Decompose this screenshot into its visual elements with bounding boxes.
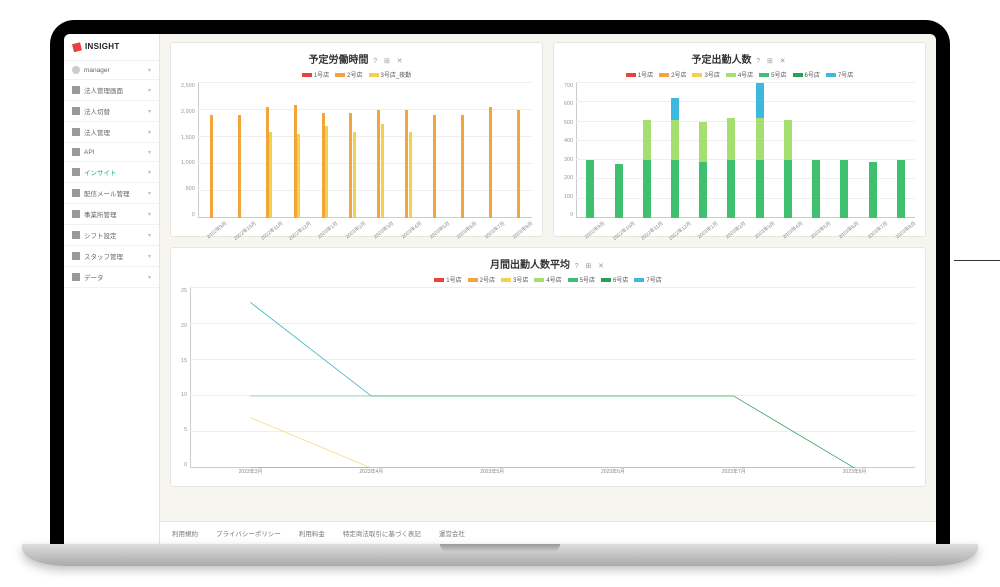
nav-label: API (84, 149, 148, 156)
main-content: 予定労働時間 ? ⊞ ✕ 1号店 2号店 3号店_夜勤 2,5002,0001,50… (160, 34, 936, 544)
chevron-down-icon: ▾ (148, 149, 151, 156)
legend-item[interactable]: 6号店 (793, 70, 820, 79)
legend-item[interactable]: 3号店 (501, 275, 528, 284)
chevron-down-icon: ▾ (148, 67, 151, 74)
nav-icon (72, 231, 80, 239)
sidebar-item[interactable]: API▾ (64, 143, 159, 162)
sidebar-item[interactable]: 配信メール管理▾ (64, 183, 159, 204)
nav-label: スタッフ管理 (84, 251, 148, 261)
chart-title-average: 月間出勤人数平均 ? ⊞ ✕ (181, 256, 915, 271)
nav-label: 法人管理 (84, 127, 148, 137)
legend-average: 1号店 2号店 3号店 4号店 5号店 6号店 7号店 (181, 275, 915, 284)
chevron-down-icon: ▾ (148, 108, 151, 115)
sidebar-item[interactable]: 法人管理▾ (64, 122, 159, 143)
nav-label: シフト設定 (84, 230, 148, 240)
legend-item[interactable]: 3号店_夜勤 (369, 70, 412, 79)
chevron-down-icon: ▾ (148, 211, 151, 218)
nav-label: 法人管理画面 (84, 85, 148, 95)
footer-link[interactable]: 利用規約 (172, 528, 198, 538)
nav-label: データ (84, 272, 148, 282)
footer-link[interactable]: 利用料金 (299, 528, 325, 538)
card-hours: 予定労働時間 ? ⊞ ✕ 1号店 2号店 3号店_夜勤 2,5002,0001,50… (170, 42, 543, 237)
help-icon[interactable]: ? (373, 58, 377, 65)
legend-item[interactable]: 2号店 (659, 70, 686, 79)
user-menu[interactable]: manager ▾ (64, 61, 159, 80)
chevron-down-icon: ▾ (148, 129, 151, 136)
legend-item[interactable]: 4号店 (534, 275, 561, 284)
user-label: manager (84, 67, 148, 74)
nav-icon (72, 148, 80, 156)
sidebar-item[interactable]: 法人管理画面▾ (64, 80, 159, 101)
nav-icon (72, 86, 80, 94)
card-average: 月間出勤人数平均 ? ⊞ ✕ 1号店 2号店 3号店 4号店 5号店 6号店 7号店 252… (170, 247, 926, 487)
chevron-down-icon: ▾ (148, 232, 151, 239)
legend-item[interactable]: 1号店 (434, 275, 461, 284)
sidebar: INSIGHT manager ▾ 法人管理画面▾法人切替▾法人管理▾API▾イ… (64, 34, 160, 544)
chevron-down-icon: ▾ (148, 274, 151, 281)
legend-item[interactable]: 7号店 (826, 70, 853, 79)
chevron-down-icon: ▾ (148, 190, 151, 197)
legend-item[interactable]: 5号店 (568, 275, 595, 284)
sidebar-item[interactable]: スタッフ管理▾ (64, 246, 159, 267)
legend-item[interactable]: 5号店 (759, 70, 786, 79)
plot-hours: 2,5002,0001,5001,0005000 2022年9月2022年10月… (181, 83, 532, 230)
avatar-icon (72, 66, 80, 74)
nav-icon (72, 273, 80, 281)
chart-title-headcount: 予定出勤人数 ? ⊞ ✕ (564, 51, 915, 66)
legend-item[interactable]: 4号店 (726, 70, 753, 79)
help-icon[interactable]: ? (575, 263, 579, 270)
nav-icon (72, 128, 80, 136)
close-icon[interactable]: ✕ (598, 263, 604, 270)
chevron-down-icon: ▾ (148, 253, 151, 260)
nav-label: 事業所管理 (84, 209, 148, 219)
close-icon[interactable]: ✕ (780, 58, 786, 65)
legend-item[interactable]: 3号店 (692, 70, 719, 79)
nav-icon (72, 107, 80, 115)
nav-icon (72, 168, 80, 176)
expand-icon[interactable]: ⊞ (767, 58, 773, 65)
footer-link[interactable]: 特定商法取引に基づく表記 (343, 528, 421, 538)
legend-item[interactable]: 6号店 (601, 275, 628, 284)
card-headcount: 予定出勤人数 ? ⊞ ✕ 1号店 2号店 3号店 4号店 5号店 6号店 7号店 70060… (553, 42, 926, 237)
nav-icon (72, 189, 80, 197)
legend-item[interactable]: 2号店 (468, 275, 495, 284)
sidebar-item[interactable]: シフト設定▾ (64, 225, 159, 246)
footer: 利用規約 プライバシーポリシー 利用料金 特定商法取引に基づく表記 運営会社 (160, 521, 936, 544)
logo: INSIGHT (64, 34, 159, 61)
close-icon[interactable]: ✕ (397, 58, 403, 65)
logo-mark (72, 42, 82, 52)
expand-icon[interactable]: ⊞ (585, 263, 591, 270)
nav-icon (72, 210, 80, 218)
legend-item[interactable]: 1号店 (626, 70, 653, 79)
sidebar-item[interactable]: データ▾ (64, 267, 159, 288)
help-icon[interactable]: ? (756, 58, 760, 65)
nav-label: 法人切替 (84, 106, 148, 116)
chart-title-hours: 予定労働時間 ? ⊞ ✕ (181, 51, 532, 66)
legend-item[interactable]: 7号店 (634, 275, 661, 284)
plot-average: 2520151050 2023年3月2023年4月2023年5月2023年6月2… (181, 288, 915, 480)
plot-headcount: 7006005004003002001000 2022年9月2022年10月20… (564, 83, 915, 230)
sidebar-item[interactable]: 事業所管理▾ (64, 204, 159, 225)
legend-headcount: 1号店 2号店 3号店 4号店 5号店 6号店 7号店 (564, 70, 915, 79)
legend-hours: 1号店 2号店 3号店_夜勤 (181, 70, 532, 79)
footer-link[interactable]: プライバシーポリシー (216, 528, 281, 538)
chevron-down-icon: ▾ (148, 169, 151, 176)
sidebar-item[interactable]: インサイト▾ (64, 162, 159, 183)
logo-text: INSIGHT (85, 42, 120, 51)
legend-item[interactable]: 1号店 (302, 70, 329, 79)
nav-label: インサイト (84, 167, 148, 177)
chevron-down-icon: ▾ (148, 87, 151, 94)
nav-icon (72, 252, 80, 260)
legend-item[interactable]: 2号店 (335, 70, 362, 79)
nav-label: 配信メール管理 (84, 188, 148, 198)
sidebar-item[interactable]: 法人切替▾ (64, 101, 159, 122)
expand-icon[interactable]: ⊞ (384, 58, 390, 65)
footer-link[interactable]: 運営会社 (439, 528, 465, 538)
